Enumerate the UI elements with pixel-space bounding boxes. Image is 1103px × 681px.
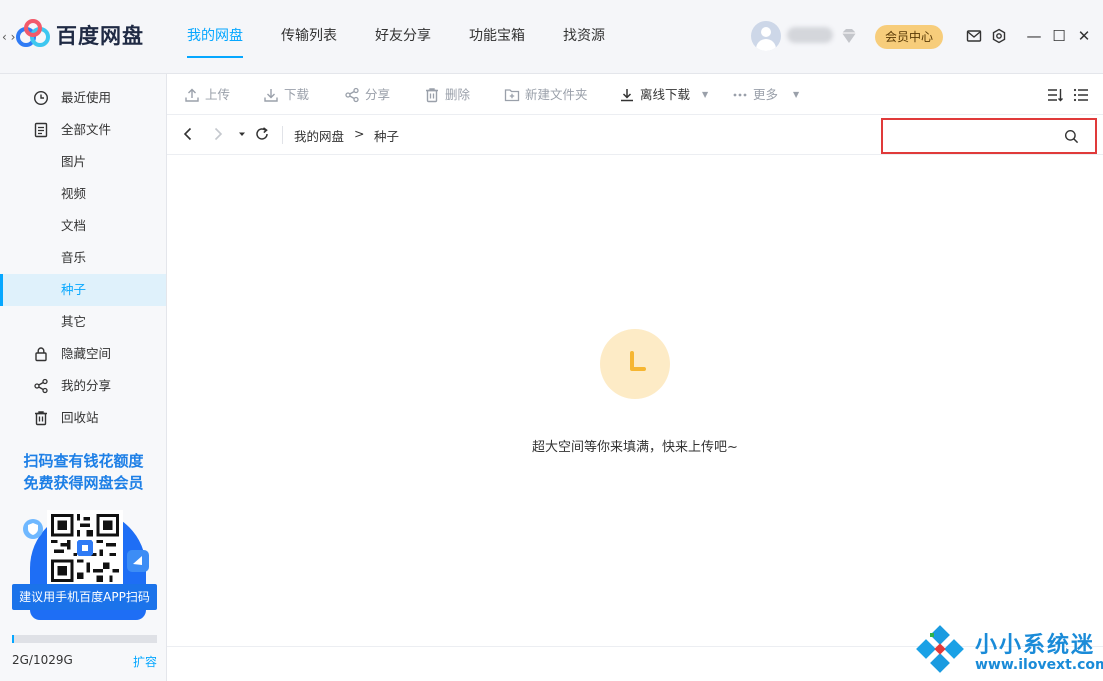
breadcrumb-root[interactable]: 我的网盘 [294, 126, 344, 145]
sidebar-item-label: 视频 [61, 186, 87, 201]
nav-friend-share[interactable]: 好友分享 [362, 0, 444, 74]
nav-my-disk[interactable]: 我的网盘 [174, 0, 256, 74]
sidebar-item-recent[interactable]: 最近使用 [0, 82, 166, 114]
clock-icon [33, 90, 49, 106]
sidebar-item-label: 其它 [61, 314, 87, 329]
nav-transfer-list[interactable]: 传输列表 [268, 0, 350, 74]
address-bar: 我的网盘 > 种子 [167, 115, 1103, 155]
folder-plus-icon [504, 89, 520, 102]
empty-state-illustration [600, 329, 670, 399]
share-label: 分享 [365, 87, 391, 102]
chevron-down-icon[interactable]: ▼ [702, 90, 708, 99]
sidebar-item-music[interactable]: 音乐 [0, 242, 166, 274]
username-blurred[interactable] [787, 27, 833, 43]
sidebar-item-documents[interactable]: 文档 [0, 210, 166, 242]
sidebar: 最近使用 全部文件 图片 视频 文档 音乐 种子 其它 隐藏空间 我的分享 回收… [0, 74, 167, 681]
settings-icon[interactable] [991, 28, 1007, 44]
shield-badge-icon [23, 519, 43, 539]
watermark-url: www.ilovext.com [975, 657, 1103, 673]
download-label: 下载 [284, 87, 310, 102]
sidebar-item-videos[interactable]: 视频 [0, 178, 166, 210]
storage-progress-bar [12, 635, 157, 643]
file-icon [34, 122, 48, 138]
sidebar-item-label: 种子 [61, 282, 87, 297]
close-button[interactable]: ✕ [1076, 27, 1092, 45]
sidebar-item-label: 音乐 [61, 250, 87, 265]
trash-icon [426, 88, 438, 103]
promo-title-line2[interactable]: 免费获得网盘会员 [0, 472, 167, 493]
nav-toolbox[interactable]: 功能宝箱 [456, 0, 538, 74]
minimize-button[interactable]: — [1026, 27, 1042, 45]
back-forward-icon[interactable]: ‹ › [2, 30, 15, 44]
tag-badge-icon [127, 550, 149, 572]
trash-icon [35, 411, 47, 426]
share-icon [34, 378, 48, 394]
sidebar-item-label: 最近使用 [61, 90, 112, 105]
sidebar-item-label: 文档 [61, 218, 87, 233]
file-toolbar: 上传 下载 分享 删除 新建文件夹 离线下载 ▼ 更多 ▼ [167, 74, 1103, 115]
refresh-icon[interactable] [254, 126, 270, 142]
sidebar-item-torrents[interactable]: 种子 [0, 274, 166, 306]
watermark-logo-icon [916, 625, 964, 673]
maximize-button[interactable]: ☐ [1051, 27, 1067, 45]
app-name: 百度网盘 [56, 24, 144, 48]
chevron-down-icon[interactable]: ▼ [793, 90, 799, 99]
list-view-icon[interactable] [1072, 86, 1090, 104]
upload-icon [185, 88, 199, 102]
qr-pattern-icon [51, 514, 119, 582]
sidebar-item-label: 隐藏空间 [61, 346, 112, 361]
back-icon[interactable] [180, 126, 196, 142]
scan-app-button[interactable]: 建议用手机百度APP扫码 [12, 584, 157, 610]
delete-label: 删除 [445, 87, 471, 102]
history-dropdown-icon[interactable] [234, 126, 250, 142]
sort-icon[interactable] [1046, 86, 1064, 104]
sidebar-item-my-shares[interactable]: 我的分享 [0, 370, 166, 402]
search-icon[interactable] [1064, 129, 1079, 144]
upload-placeholder-icon [630, 351, 646, 371]
main-nav: 我的网盘 传输列表 好友分享 功能宝箱 找资源 [174, 0, 630, 74]
download-icon [264, 89, 278, 102]
more-dots-icon [733, 93, 747, 97]
mail-icon[interactable] [966, 28, 982, 44]
avatar[interactable] [751, 21, 781, 51]
share-icon [345, 87, 359, 103]
more-label: 更多 [753, 87, 779, 102]
download-icon [621, 89, 633, 102]
qr-code[interactable] [47, 510, 123, 586]
sidebar-item-hidden-space[interactable]: 隐藏空间 [0, 338, 166, 370]
lock-icon [35, 347, 47, 362]
forward-icon[interactable] [210, 126, 226, 142]
promo-title-line1[interactable]: 扫码查有钱花额度 [0, 450, 167, 471]
baidu-netdisk-logo-icon [16, 19, 50, 47]
storage-progress-fill [12, 635, 14, 643]
offline-download-label: 离线下载 [640, 87, 691, 102]
divider [282, 126, 283, 144]
title-bar: ‹ › 百度网盘 我的网盘 传输列表 好友分享 功能宝箱 找资源 会员中心 — … [0, 0, 1103, 74]
sidebar-item-images[interactable]: 图片 [0, 146, 166, 178]
upload-label: 上传 [205, 87, 231, 102]
vip-center-button[interactable]: 会员中心 [875, 25, 943, 49]
diamond-icon[interactable] [840, 27, 858, 45]
nav-find-resources[interactable]: 找资源 [550, 0, 618, 74]
sidebar-item-label: 回收站 [61, 410, 99, 425]
search-input[interactable] [891, 126, 1061, 146]
breadcrumb-separator: > [354, 126, 365, 141]
new-folder-label: 新建文件夹 [525, 87, 588, 102]
breadcrumb-current[interactable]: 种子 [374, 126, 399, 145]
sidebar-item-others[interactable]: 其它 [0, 306, 166, 338]
watermark-title: 小小系统迷 [975, 633, 1096, 658]
storage-usage-text: 2G/1029G [12, 653, 73, 667]
sidebar-item-label: 图片 [61, 154, 87, 169]
sidebar-item-all-files[interactable]: 全部文件 [0, 114, 166, 146]
empty-state-message: 超大空间等你来填满，快来上传吧~ [532, 440, 738, 455]
sidebar-item-label: 全部文件 [61, 122, 112, 137]
sidebar-item-label: 我的分享 [61, 378, 112, 393]
expand-storage-link[interactable]: 扩容 [133, 653, 157, 670]
sidebar-item-recycle-bin[interactable]: 回收站 [0, 402, 166, 434]
search-box[interactable] [881, 118, 1097, 154]
